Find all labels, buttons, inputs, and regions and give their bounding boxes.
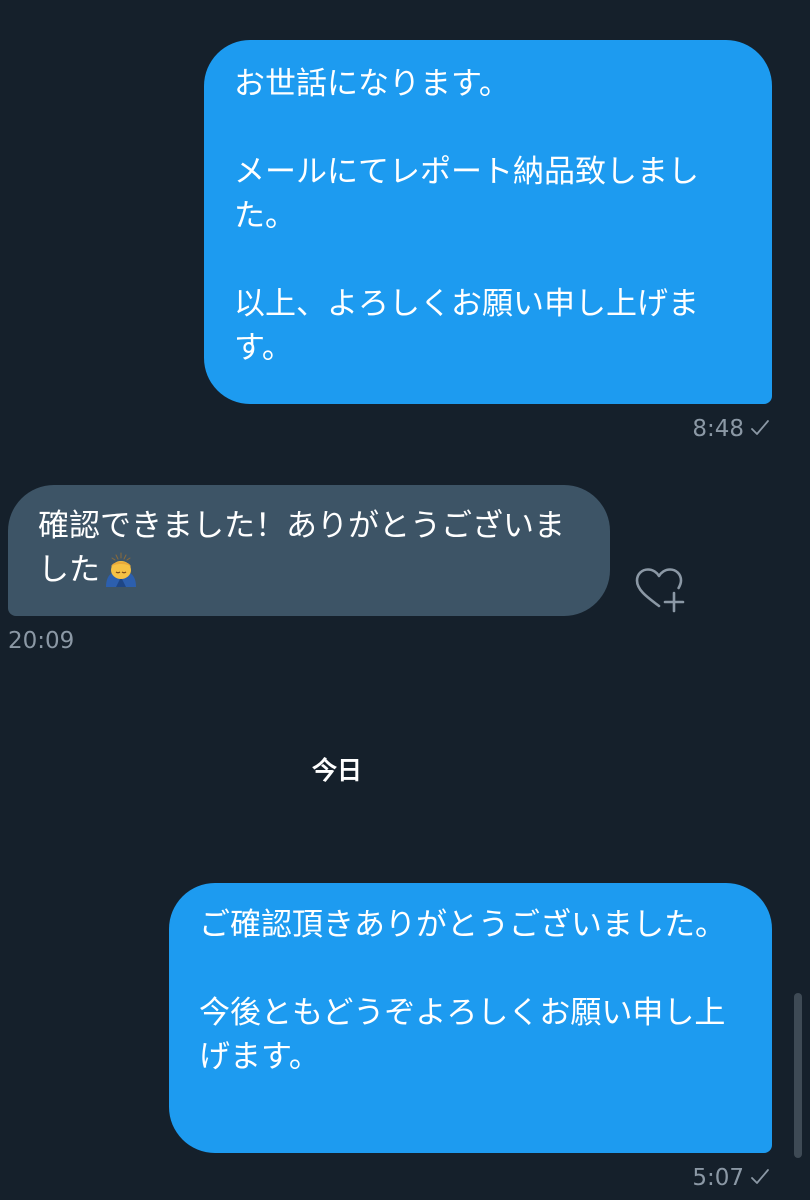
message-meta: 5:07 [692, 1164, 770, 1192]
message-timestamp: 8:48 [692, 416, 744, 442]
person-bowing-emoji [106, 552, 136, 587]
message-meta: 8:48 [692, 415, 770, 443]
outgoing-message-bubble[interactable]: お世話になります。 メールにてレポート納品致しました。 以上、よろしくお願い申し… [204, 40, 772, 404]
outgoing-message-bubble[interactable]: ご確認頂きありがとうございました。 今後ともどうぞよろしくお願い申し上げます。 [169, 883, 772, 1153]
message-timestamp: 5:07 [692, 1165, 744, 1191]
sent-check-icon [751, 420, 769, 435]
message-timestamp: 20:09 [8, 628, 75, 654]
sent-check-icon [751, 1169, 769, 1184]
message-text: お世話になります。 メールにてレポート納品致しました。 以上、よろしくお願い申し… [234, 66, 699, 366]
date-separator: 今日 [311, 756, 362, 785]
scrollbar[interactable] [794, 993, 802, 1158]
add-reaction-heart-icon[interactable] [632, 565, 686, 615]
message-text: ご確認頂きありがとうございました。 今後ともどうぞよろしくお願い申し上げます。 [199, 907, 726, 1075]
incoming-message-bubble[interactable]: 確認できました！ありがとうございました [8, 485, 610, 616]
